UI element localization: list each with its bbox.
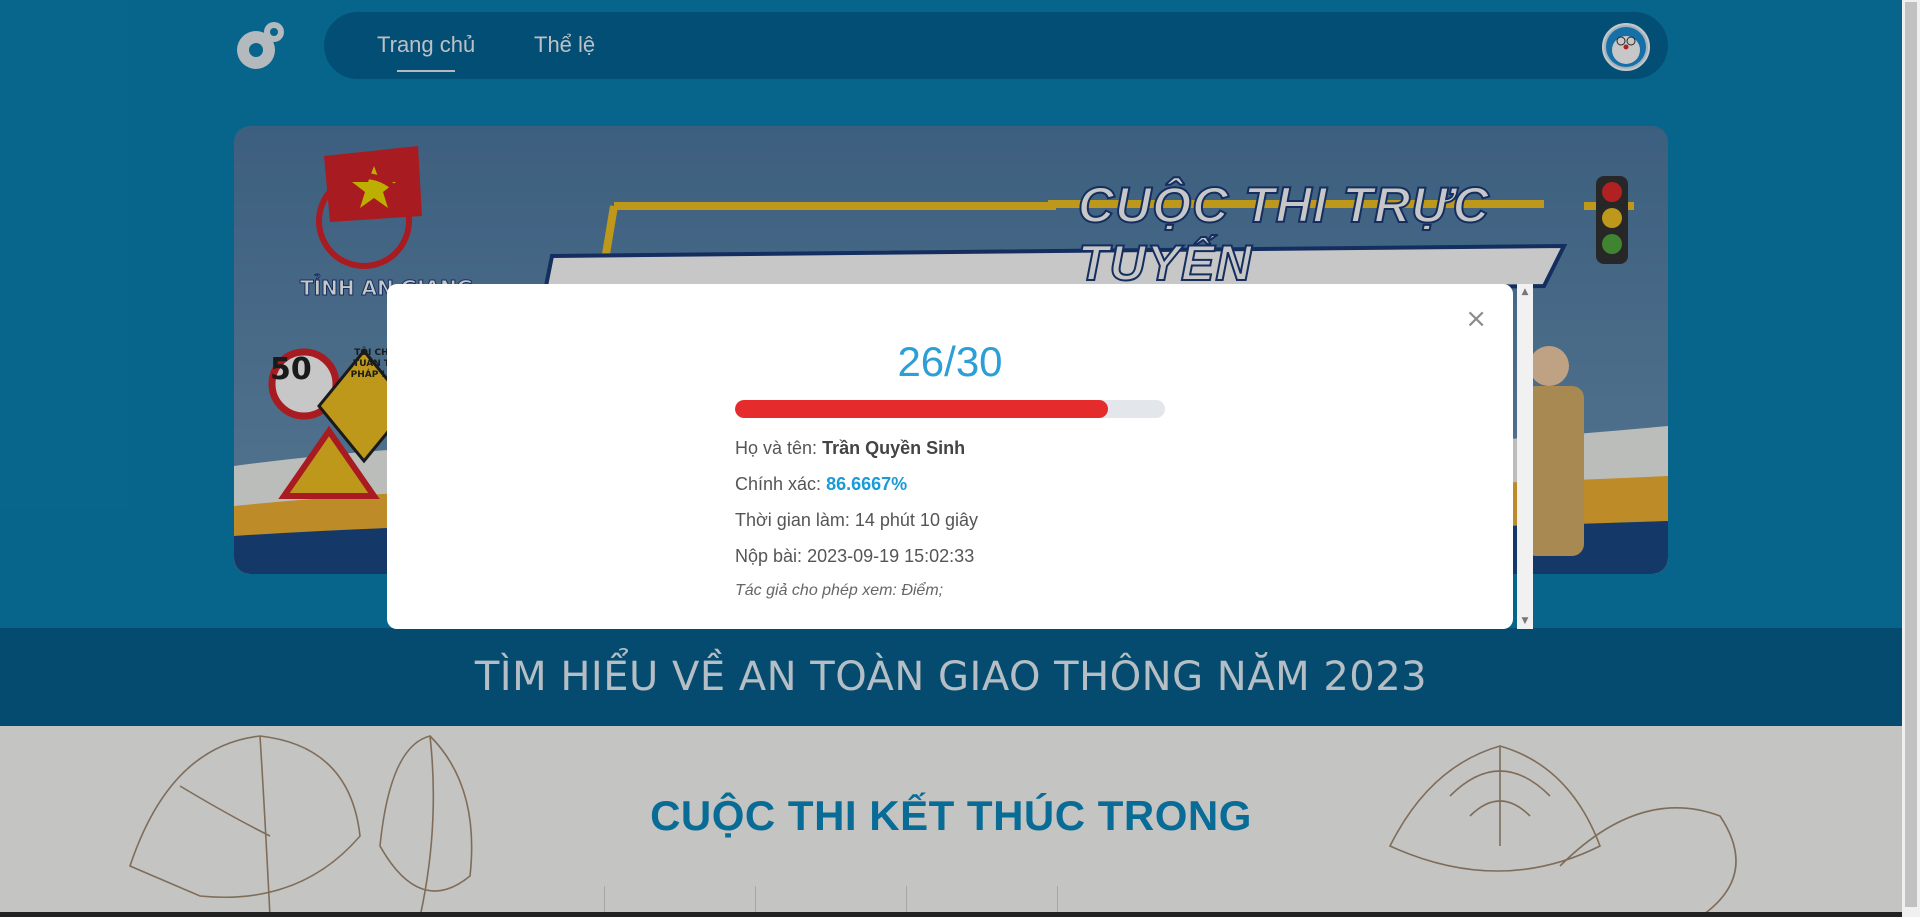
accuracy-value: 86.6667%: [826, 474, 908, 494]
page-scrollbar-thumb[interactable]: [1905, 2, 1917, 907]
name-row: Họ và tên: Trần Quyền Sinh: [735, 438, 965, 459]
time-value: 14 phút 10 giây: [854, 510, 978, 530]
modal-scrollbar[interactable]: ▲ ▼: [1517, 284, 1533, 629]
name-value: Trần Quyền Sinh: [822, 438, 966, 458]
permission-note: Tác giả cho phép xem: Điểm;: [735, 582, 944, 599]
scroll-down-icon[interactable]: ▼: [1517, 613, 1533, 629]
scroll-up-icon[interactable]: ▲: [1517, 284, 1533, 300]
score: 26/30: [897, 338, 1003, 385]
score-progress-fill: [735, 400, 1108, 418]
time-row: Thời gian làm: 14 phút 10 giây: [735, 510, 978, 531]
name-label: Họ và tên:: [735, 438, 818, 458]
time-label: Thời gian làm:: [735, 510, 850, 530]
submit-row: Nộp bài: 2023-09-19 15:02:33: [735, 546, 974, 567]
accuracy-row: Chính xác: 86.6667%: [735, 474, 907, 495]
bottom-edge: [0, 912, 1902, 917]
submit-label: Nộp bài:: [735, 546, 803, 566]
result-modal: × 26/30 Họ và tên: Trần Quyền Sinh Chính…: [387, 284, 1513, 629]
score-progress-bar: [735, 400, 1165, 418]
accuracy-label: Chính xác:: [735, 474, 822, 494]
page-scrollbar[interactable]: [1902, 0, 1920, 917]
close-icon[interactable]: ×: [1465, 306, 1487, 332]
submit-value: 2023-09-19 15:02:33: [807, 546, 975, 566]
